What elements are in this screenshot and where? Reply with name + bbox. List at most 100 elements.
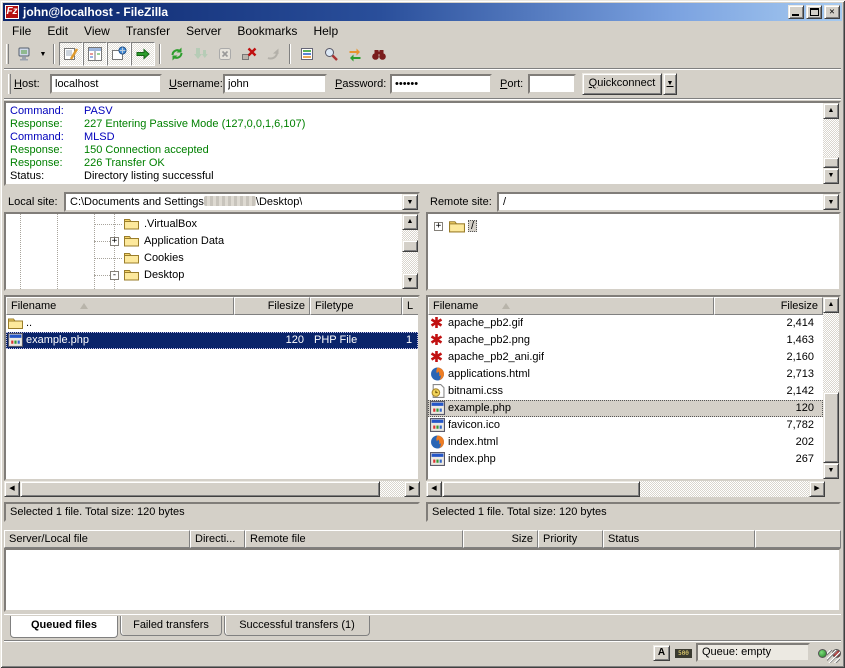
menu-server[interactable]: Server: [178, 22, 229, 40]
scrollbar-thumb[interactable]: [442, 481, 640, 497]
tab-failed-transfers[interactable]: Failed transfers: [120, 616, 222, 636]
host-input[interactable]: [50, 74, 162, 94]
menu-help[interactable]: Help: [305, 22, 346, 40]
port-input[interactable]: [528, 74, 576, 94]
scroll-left-icon[interactable]: ◀: [4, 481, 20, 497]
cancel-button[interactable]: [213, 42, 237, 66]
local-file-list[interactable]: Filename Filesize Filetype L .. example.…: [4, 295, 420, 481]
close-button[interactable]: ✕: [824, 5, 840, 19]
remote-list-scrollbar[interactable]: ▲ ▼: [823, 297, 839, 479]
scrollbar-thumb[interactable]: [823, 392, 839, 463]
column-direction[interactable]: Directi...: [190, 530, 245, 548]
file-row[interactable]: bitnami.css 2,142: [428, 383, 823, 400]
scrollbar-thumb[interactable]: [823, 157, 839, 168]
site-manager-button[interactable]: [13, 42, 37, 66]
column-filename[interactable]: Filename: [6, 297, 234, 315]
title-bar[interactable]: Fz john@localhost - FileZilla ✕: [3, 3, 842, 21]
quickconnect-button[interactable]: Quickconnect: [582, 73, 662, 95]
local-tree-scrollbar[interactable]: ▲ ▼: [402, 214, 418, 289]
tree-item-root[interactable]: + /: [428, 218, 837, 235]
scroll-down-icon[interactable]: ▼: [823, 168, 839, 184]
disconnect-button[interactable]: [237, 42, 261, 66]
transfer-type-indicator[interactable]: A: [653, 645, 670, 661]
file-row[interactable]: apache_pb2.png 1,463: [428, 332, 823, 349]
message-log[interactable]: Command:PASV Response:227 Entering Passi…: [4, 101, 841, 186]
file-row-parent[interactable]: ..: [6, 315, 418, 332]
local-site-combobox[interactable]: C:\Documents and Settings\Desktop\ ▼: [64, 192, 420, 212]
column-status[interactable]: Status: [603, 530, 755, 548]
menu-view[interactable]: View: [76, 22, 118, 40]
file-row[interactable]: apache_pb2_ani.gif 2,160: [428, 349, 823, 366]
tab-successful-transfers[interactable]: Successful transfers (1): [224, 616, 370, 636]
toggle-transfer-queue-button[interactable]: [131, 42, 155, 66]
column-filesize[interactable]: Filesize: [714, 297, 823, 315]
column-filesize[interactable]: Filesize: [234, 297, 310, 315]
tree-item-virtualbox[interactable]: .VirtualBox: [6, 216, 402, 233]
resize-grip[interactable]: [827, 650, 840, 663]
toggle-message-log-button[interactable]: [59, 42, 83, 66]
remote-list-hscrollbar[interactable]: ◀ ▶: [426, 481, 825, 497]
refresh-button[interactable]: [165, 42, 189, 66]
speed-limit-icon[interactable]: 500: [675, 649, 692, 658]
file-row[interactable]: index.html 202: [428, 434, 823, 451]
scroll-left-icon[interactable]: ◀: [426, 481, 442, 497]
remote-site-dropdown-icon[interactable]: ▼: [823, 194, 839, 210]
reconnect-button[interactable]: [261, 42, 285, 66]
scrollbar-thumb[interactable]: [20, 481, 380, 497]
scroll-down-icon[interactable]: ▼: [823, 463, 839, 479]
file-row[interactable]: apache_pb2.gif 2,414: [428, 315, 823, 332]
site-manager-dropdown-button[interactable]: ▼: [37, 42, 49, 66]
scroll-up-icon[interactable]: ▲: [823, 297, 839, 313]
collapse-minus-icon[interactable]: -: [110, 271, 119, 280]
quickconnect-dropdown-button[interactable]: ▼: [663, 73, 677, 95]
file-row-selected[interactable]: example.php 120: [428, 400, 823, 417]
process-queue-button[interactable]: [189, 42, 213, 66]
filezilla-app-icon[interactable]: Fz: [5, 5, 19, 19]
tree-item-cookies[interactable]: Cookies: [6, 250, 402, 267]
column-filetype[interactable]: Filetype: [310, 297, 402, 315]
local-list-hscrollbar[interactable]: ◀ ▶: [4, 481, 420, 497]
tree-item-desktop[interactable]: - Desktop: [6, 267, 402, 284]
log-scrollbar[interactable]: ▲ ▼: [823, 103, 839, 184]
column-last-modified[interactable]: L: [402, 297, 420, 315]
directory-compare-button[interactable]: [319, 42, 343, 66]
remote-file-list[interactable]: Filename Filesize apache_pb2.gif 2,414 a…: [426, 295, 841, 481]
scrollbar-thumb[interactable]: [402, 240, 418, 252]
synchronized-browsing-button[interactable]: [343, 42, 367, 66]
toggle-remote-tree-button[interactable]: [107, 42, 131, 66]
local-directory-tree[interactable]: .VirtualBox + Application Data Cookies -…: [4, 212, 420, 291]
menu-file[interactable]: File: [4, 22, 39, 40]
minimize-button[interactable]: [788, 5, 804, 19]
remote-directory-tree[interactable]: + /: [426, 212, 841, 291]
directory-filter-button[interactable]: [295, 42, 319, 66]
expand-plus-icon[interactable]: +: [434, 222, 443, 231]
file-row-selected[interactable]: example.php 120 PHP File 1: [6, 332, 418, 349]
menu-bookmarks[interactable]: Bookmarks: [229, 22, 305, 40]
menu-edit[interactable]: Edit: [39, 22, 76, 40]
file-row[interactable]: index.php 267: [428, 451, 823, 468]
column-priority[interactable]: Priority: [538, 530, 603, 548]
column-filename[interactable]: Filename: [428, 297, 714, 315]
menu-transfer[interactable]: Transfer: [118, 22, 178, 40]
scroll-up-icon[interactable]: ▲: [823, 103, 839, 119]
expand-plus-icon[interactable]: +: [110, 237, 119, 246]
column-remote-file[interactable]: Remote file: [245, 530, 463, 548]
tree-item-application-data[interactable]: + Application Data: [6, 233, 402, 250]
password-input[interactable]: [390, 74, 492, 94]
scroll-right-icon[interactable]: ▶: [404, 481, 420, 497]
find-files-button[interactable]: [367, 42, 391, 66]
username-input[interactable]: [223, 74, 327, 94]
queue-list[interactable]: [4, 548, 841, 612]
local-site-dropdown-icon[interactable]: ▼: [402, 194, 418, 210]
file-row[interactable]: applications.html 2,713: [428, 366, 823, 383]
file-row[interactable]: favicon.ico 7,782: [428, 417, 823, 434]
column-size[interactable]: Size: [463, 530, 538, 548]
tab-queued-files[interactable]: Queued files: [10, 616, 118, 638]
maximize-button[interactable]: [806, 5, 822, 19]
scroll-right-icon[interactable]: ▶: [809, 481, 825, 497]
scroll-down-icon[interactable]: ▼: [402, 273, 418, 289]
scroll-up-icon[interactable]: ▲: [402, 214, 418, 230]
remote-site-combobox[interactable]: / ▼: [497, 192, 841, 212]
toggle-local-tree-button[interactable]: [83, 42, 107, 66]
column-server-local-file[interactable]: Server/Local file: [4, 530, 190, 548]
